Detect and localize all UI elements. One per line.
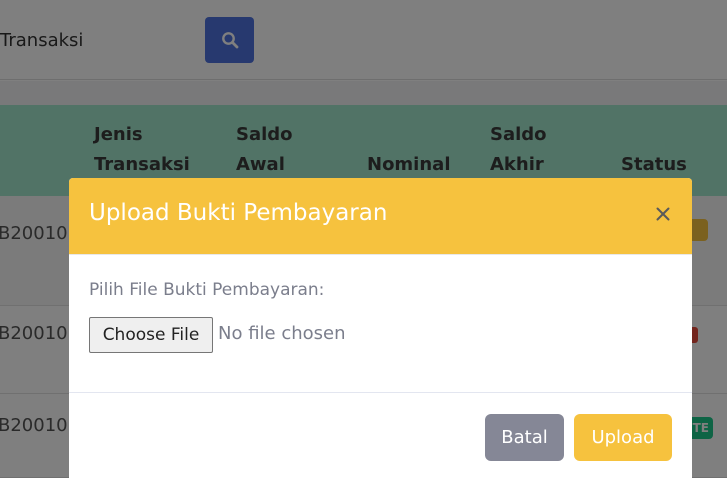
upload-modal: Upload Bukti Pembayaran Pilih File Bukti… xyxy=(69,178,692,478)
file-status-text: No file chosen xyxy=(218,323,346,344)
cancel-button[interactable]: Batal xyxy=(485,414,564,461)
upload-button[interactable]: Upload xyxy=(574,414,672,461)
choose-file-button[interactable]: Choose File xyxy=(89,317,213,353)
close-icon xyxy=(656,207,670,221)
modal-header: Upload Bukti Pembayaran xyxy=(69,178,692,255)
file-input-label: Pilih File Bukti Pembayaran: xyxy=(89,280,325,300)
modal-title: Upload Bukti Pembayaran xyxy=(89,200,388,226)
modal-body: Pilih File Bukti Pembayaran: Choose File… xyxy=(69,255,692,393)
close-button[interactable] xyxy=(651,202,675,226)
